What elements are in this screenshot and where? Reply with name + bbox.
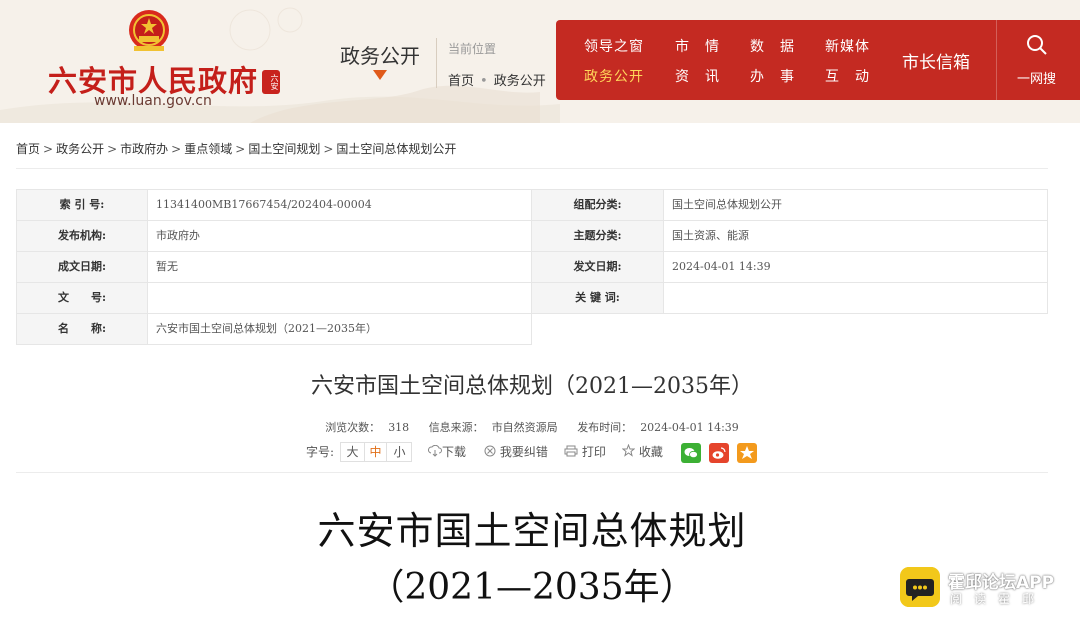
publisher-value: 市政府办: [147, 220, 532, 252]
view-count-value: 318: [388, 421, 410, 434]
index-number-value: 11341400MB17667454/202404-00004: [147, 189, 532, 221]
date-made-value: 暂无: [147, 251, 532, 283]
national-emblem-icon: [129, 10, 169, 51]
mayor-mailbox-link[interactable]: 市长信箱: [902, 48, 970, 73]
index-number-label: 索 引 号:: [16, 189, 148, 221]
breadcrumb-city-office[interactable]: 市政府办: [120, 142, 168, 156]
view-count-label: 浏览次数：: [325, 421, 381, 434]
nav-item-city-info[interactable]: 市 情: [675, 36, 720, 56]
main-navigation: 领导之窗 市 情 数 据 新媒体 政务公开 资 讯 办 事 互 动 市长信箱 一…: [556, 20, 1080, 100]
triangle-down-icon: [373, 70, 387, 80]
nav-item-leaders[interactable]: 领导之窗: [584, 36, 644, 56]
document-number-label: 文 号:: [16, 282, 148, 314]
publisher-label: 发布机构:: [16, 220, 148, 252]
publish-time-label: 发布时间：: [577, 421, 633, 434]
breadcrumb: 首页 > 政务公开 > 市政府办 > 重点领域 > 国土空间规划 > 国土空间总体规划公开: [16, 140, 456, 157]
site-header: 六安市人民政府 六安 www.luan.gov.cn 政务公开 当前位置 首页 •…: [0, 0, 1080, 123]
font-size-large-button[interactable]: 大: [341, 443, 364, 461]
date-issued-value: 2024-04-01 14:39: [663, 251, 1048, 283]
search-icon[interactable]: [1026, 34, 1048, 56]
forum-app-logo-icon: [900, 567, 940, 607]
download-label: 下载: [442, 445, 467, 459]
print-label: 打印: [581, 445, 606, 459]
breadcrumb-separator: >: [171, 142, 182, 156]
nav-item-services[interactable]: 办 事: [750, 66, 795, 86]
document-number-value: [147, 282, 532, 314]
nav-divider: [996, 20, 997, 100]
nav-item-interaction[interactable]: 互 动: [825, 66, 870, 86]
location-link-home[interactable]: 首页: [448, 74, 474, 89]
toolbar-divider: [16, 472, 1048, 473]
report-error-label: 我要纠错: [499, 445, 548, 459]
info-source: 信息来源： 市自然资源局: [425, 421, 562, 434]
nav-item-gov-affairs[interactable]: 政务公开: [584, 66, 644, 86]
category-value: 国土空间总体规划公开: [663, 189, 1048, 221]
font-size-medium-button[interactable]: 中: [364, 443, 387, 461]
site-url: www.luan.gov.cn: [94, 93, 212, 109]
current-location-path: 首页 • 政务公开: [448, 70, 546, 89]
nav-item-new-media[interactable]: 新媒体: [825, 36, 870, 56]
watermark-subtitle: 阅读霍邱: [950, 592, 1047, 606]
calligraphy-seal-icon: 六安: [262, 70, 280, 94]
star-icon: [621, 443, 636, 457]
article-meta: 浏览次数： 318 信息来源： 市自然资源局 发布时间： 2024-04-01 14:…: [0, 419, 1064, 435]
printer-icon: [564, 445, 578, 457]
document-name-label: 名 称:: [16, 313, 148, 345]
wechat-share-icon[interactable]: [681, 443, 701, 463]
section-title: 政务公开: [340, 44, 420, 68]
body-title-line1: 六安市国土空间总体规划: [317, 509, 747, 553]
current-location-label: 当前位置: [448, 42, 497, 56]
breadcrumb-gov-affairs[interactable]: 政务公开: [56, 142, 104, 156]
date-issued-label: 发文日期:: [531, 251, 664, 283]
date-made-label: 成文日期:: [16, 251, 148, 283]
publish-time-value: 2024-04-01 14:39: [640, 421, 739, 434]
download-button[interactable]: 下载: [427, 442, 467, 462]
report-error-button[interactable]: 我要纠错: [484, 442, 548, 462]
info-source-label: 信息来源：: [428, 421, 484, 434]
breadcrumb-separator: >: [235, 142, 246, 156]
font-size-small-button[interactable]: 小: [388, 443, 411, 461]
keywords-label: 关 键 词:: [531, 282, 664, 314]
publish-time: 发布时间： 2024-04-01 14:39: [573, 421, 743, 434]
favorite-button[interactable]: 收藏: [621, 442, 663, 462]
keywords-value: [663, 282, 1048, 314]
font-size-switcher: 大 中 小: [340, 442, 412, 462]
document-name-value: 六安市国土空间总体规划（2021—2035年）: [147, 313, 532, 345]
view-count: 浏览次数： 318: [321, 421, 413, 434]
article-title: 六安市国土空间总体规划（2021—2035年）: [311, 374, 753, 399]
subject-label: 主题分类:: [531, 220, 664, 252]
breadcrumb-home[interactable]: 首页: [16, 142, 40, 156]
dot-separator: •: [480, 74, 488, 89]
search-label[interactable]: 一网搜: [1017, 68, 1056, 87]
print-button[interactable]: 打印: [564, 442, 606, 462]
location-link-gov-affairs[interactable]: 政务公开: [494, 74, 546, 89]
nav-item-data[interactable]: 数 据: [750, 36, 795, 56]
font-size-label: 字号:: [306, 445, 335, 459]
info-source-value: 市自然资源局: [491, 421, 558, 434]
breadcrumb-separator: >: [43, 142, 54, 156]
category-label: 组配分类:: [531, 189, 664, 221]
subject-value: 国土资源、能源: [663, 220, 1048, 252]
breadcrumb-key-areas[interactable]: 重点领域: [184, 142, 232, 156]
download-icon: [427, 444, 442, 457]
qzone-share-icon[interactable]: [737, 443, 757, 463]
breadcrumb-divider: [16, 168, 1048, 169]
breadcrumb-separator: >: [107, 142, 118, 156]
nav-item-news[interactable]: 资 讯: [675, 66, 720, 86]
favorite-label: 收藏: [638, 445, 663, 459]
breadcrumb-current[interactable]: 国土空间总体规划公开: [336, 142, 456, 156]
breadcrumb-separator: >: [323, 142, 334, 156]
weibo-share-icon[interactable]: [709, 443, 729, 463]
error-report-icon: [484, 445, 496, 457]
breadcrumb-spatial-planning[interactable]: 国土空间规划: [248, 142, 320, 156]
header-divider: [436, 38, 437, 88]
